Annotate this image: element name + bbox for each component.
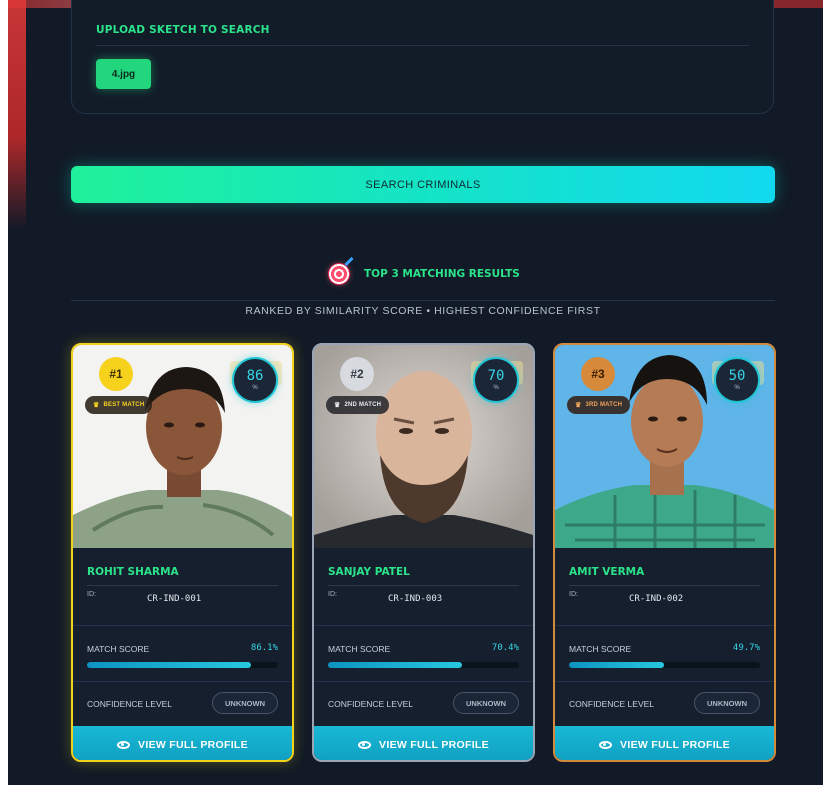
match-tag-label: 3RD MATCH [585, 402, 623, 408]
upload-panel: UPLOAD SKETCH TO SEARCH 4.jpg [71, 0, 774, 114]
match-score-bar [328, 662, 519, 668]
confidence-level-badge: UNKNOWN [694, 692, 760, 714]
result-card-3: #3 ♛ 3RD MATCH 50 % AMIT VERMA ID: CR-IN… [553, 343, 776, 762]
confidence-level-badge: UNKNOWN [453, 692, 519, 714]
id-label: ID: [328, 591, 337, 598]
match-tag: ♛ 2ND MATCH [326, 396, 390, 414]
score-unit: % [252, 385, 258, 391]
card-details: ROHIT SHARMA ID: CR-IND-001 MATCH SCORE … [73, 548, 292, 760]
uploaded-file-chip[interactable]: 4.jpg [96, 59, 151, 89]
rank-badge: #1 [99, 357, 133, 391]
match-score-value: 49.7% [732, 643, 760, 653]
view-full-profile-button[interactable]: VIEW FULL PROFILE [555, 726, 774, 760]
suspect-name: ROHIT SHARMA [87, 566, 179, 578]
divider [96, 45, 749, 46]
score-unit: % [493, 385, 499, 391]
match-score-value: 70.4% [491, 643, 519, 653]
view-full-profile-label: VIEW FULL PROFILE [620, 739, 730, 751]
match-score-label: MATCH SCORE [87, 644, 150, 654]
id-label: ID: [569, 591, 578, 598]
result-card-1: #1 ♛ BEST MATCH 86 % ROHIT SHARMA ID: CR… [71, 343, 294, 762]
score-value: 86 [246, 368, 264, 384]
card-details: SANJAY PATEL ID: CR-IND-003 MATCH SCORE … [314, 548, 533, 760]
suspect-name: AMIT VERMA [569, 566, 645, 578]
eye-icon [358, 741, 372, 749]
divider [555, 625, 774, 626]
score-unit: % [734, 385, 740, 391]
match-score-fill [569, 662, 664, 668]
match-tag-label: 2ND MATCH [344, 402, 382, 408]
match-score-fill [328, 662, 463, 668]
confidence-level-label: CONFIDENCE LEVEL [569, 699, 655, 709]
match-tag-label: BEST MATCH [103, 402, 145, 408]
score-value: 50 [728, 368, 746, 384]
app-window: UPLOAD SKETCH TO SEARCH 4.jpg SEARCH CRI… [8, 0, 823, 785]
eye-icon [117, 741, 131, 749]
background-decoration-stripe [8, 0, 26, 230]
search-criminals-button[interactable]: SEARCH CRIMINALS [71, 166, 775, 203]
divider [314, 625, 533, 626]
target-dart-icon [328, 263, 350, 285]
id-value: CR-IND-002 [629, 594, 684, 604]
confidence-level-badge: UNKNOWN [212, 692, 278, 714]
match-tag: ♛ BEST MATCH [85, 396, 153, 414]
view-full-profile-button[interactable]: VIEW FULL PROFILE [314, 726, 533, 760]
id-label: ID: [87, 591, 96, 598]
view-full-profile-button[interactable]: VIEW FULL PROFILE [73, 726, 292, 760]
confidence-level-label: CONFIDENCE LEVEL [87, 699, 173, 709]
medal-icon: ♛ [93, 402, 100, 409]
suspect-name: SANJAY PATEL [328, 566, 410, 578]
medal-icon: ♛ [575, 402, 582, 409]
similarity-score-circle: 50 % [714, 357, 760, 403]
divider [328, 585, 519, 586]
match-score-bar [569, 662, 760, 668]
results-title: TOP 3 MATCHING RESULTS [364, 268, 520, 280]
rank-badge: #3 [581, 357, 615, 391]
results-subtitle: RANKED BY SIMILARITY SCORE • HIGHEST CON… [245, 305, 601, 317]
rank-badge: #2 [340, 357, 374, 391]
match-score-value: 86.1% [250, 643, 278, 653]
match-score-bar [87, 662, 278, 668]
score-value: 70 [487, 368, 505, 384]
id-value: CR-IND-003 [388, 594, 443, 604]
match-score-label: MATCH SCORE [569, 644, 632, 654]
divider [87, 585, 278, 586]
card-details: AMIT VERMA ID: CR-IND-002 MATCH SCORE 49… [555, 548, 774, 760]
medal-icon: ♛ [334, 402, 341, 409]
divider [569, 585, 760, 586]
match-tag: ♛ 3RD MATCH [567, 396, 631, 414]
divider [73, 681, 292, 682]
similarity-score-circle: 70 % [473, 357, 519, 403]
upload-title: UPLOAD SKETCH TO SEARCH [96, 24, 270, 36]
id-value: CR-IND-001 [147, 594, 202, 604]
results-header: TOP 3 MATCHING RESULTS [328, 262, 520, 286]
similarity-score-circle: 86 % [232, 357, 278, 403]
divider [314, 681, 533, 682]
match-score-fill [87, 662, 252, 668]
view-full-profile-label: VIEW FULL PROFILE [379, 739, 489, 751]
divider [71, 300, 775, 301]
view-full-profile-label: VIEW FULL PROFILE [138, 739, 248, 751]
divider [555, 681, 774, 682]
match-score-label: MATCH SCORE [328, 644, 391, 654]
confidence-level-label: CONFIDENCE LEVEL [328, 699, 414, 709]
divider [73, 625, 292, 626]
eye-icon [599, 741, 613, 749]
result-card-2: #2 ♛ 2ND MATCH 70 % SANJAY PATEL ID: CR-… [312, 343, 535, 762]
